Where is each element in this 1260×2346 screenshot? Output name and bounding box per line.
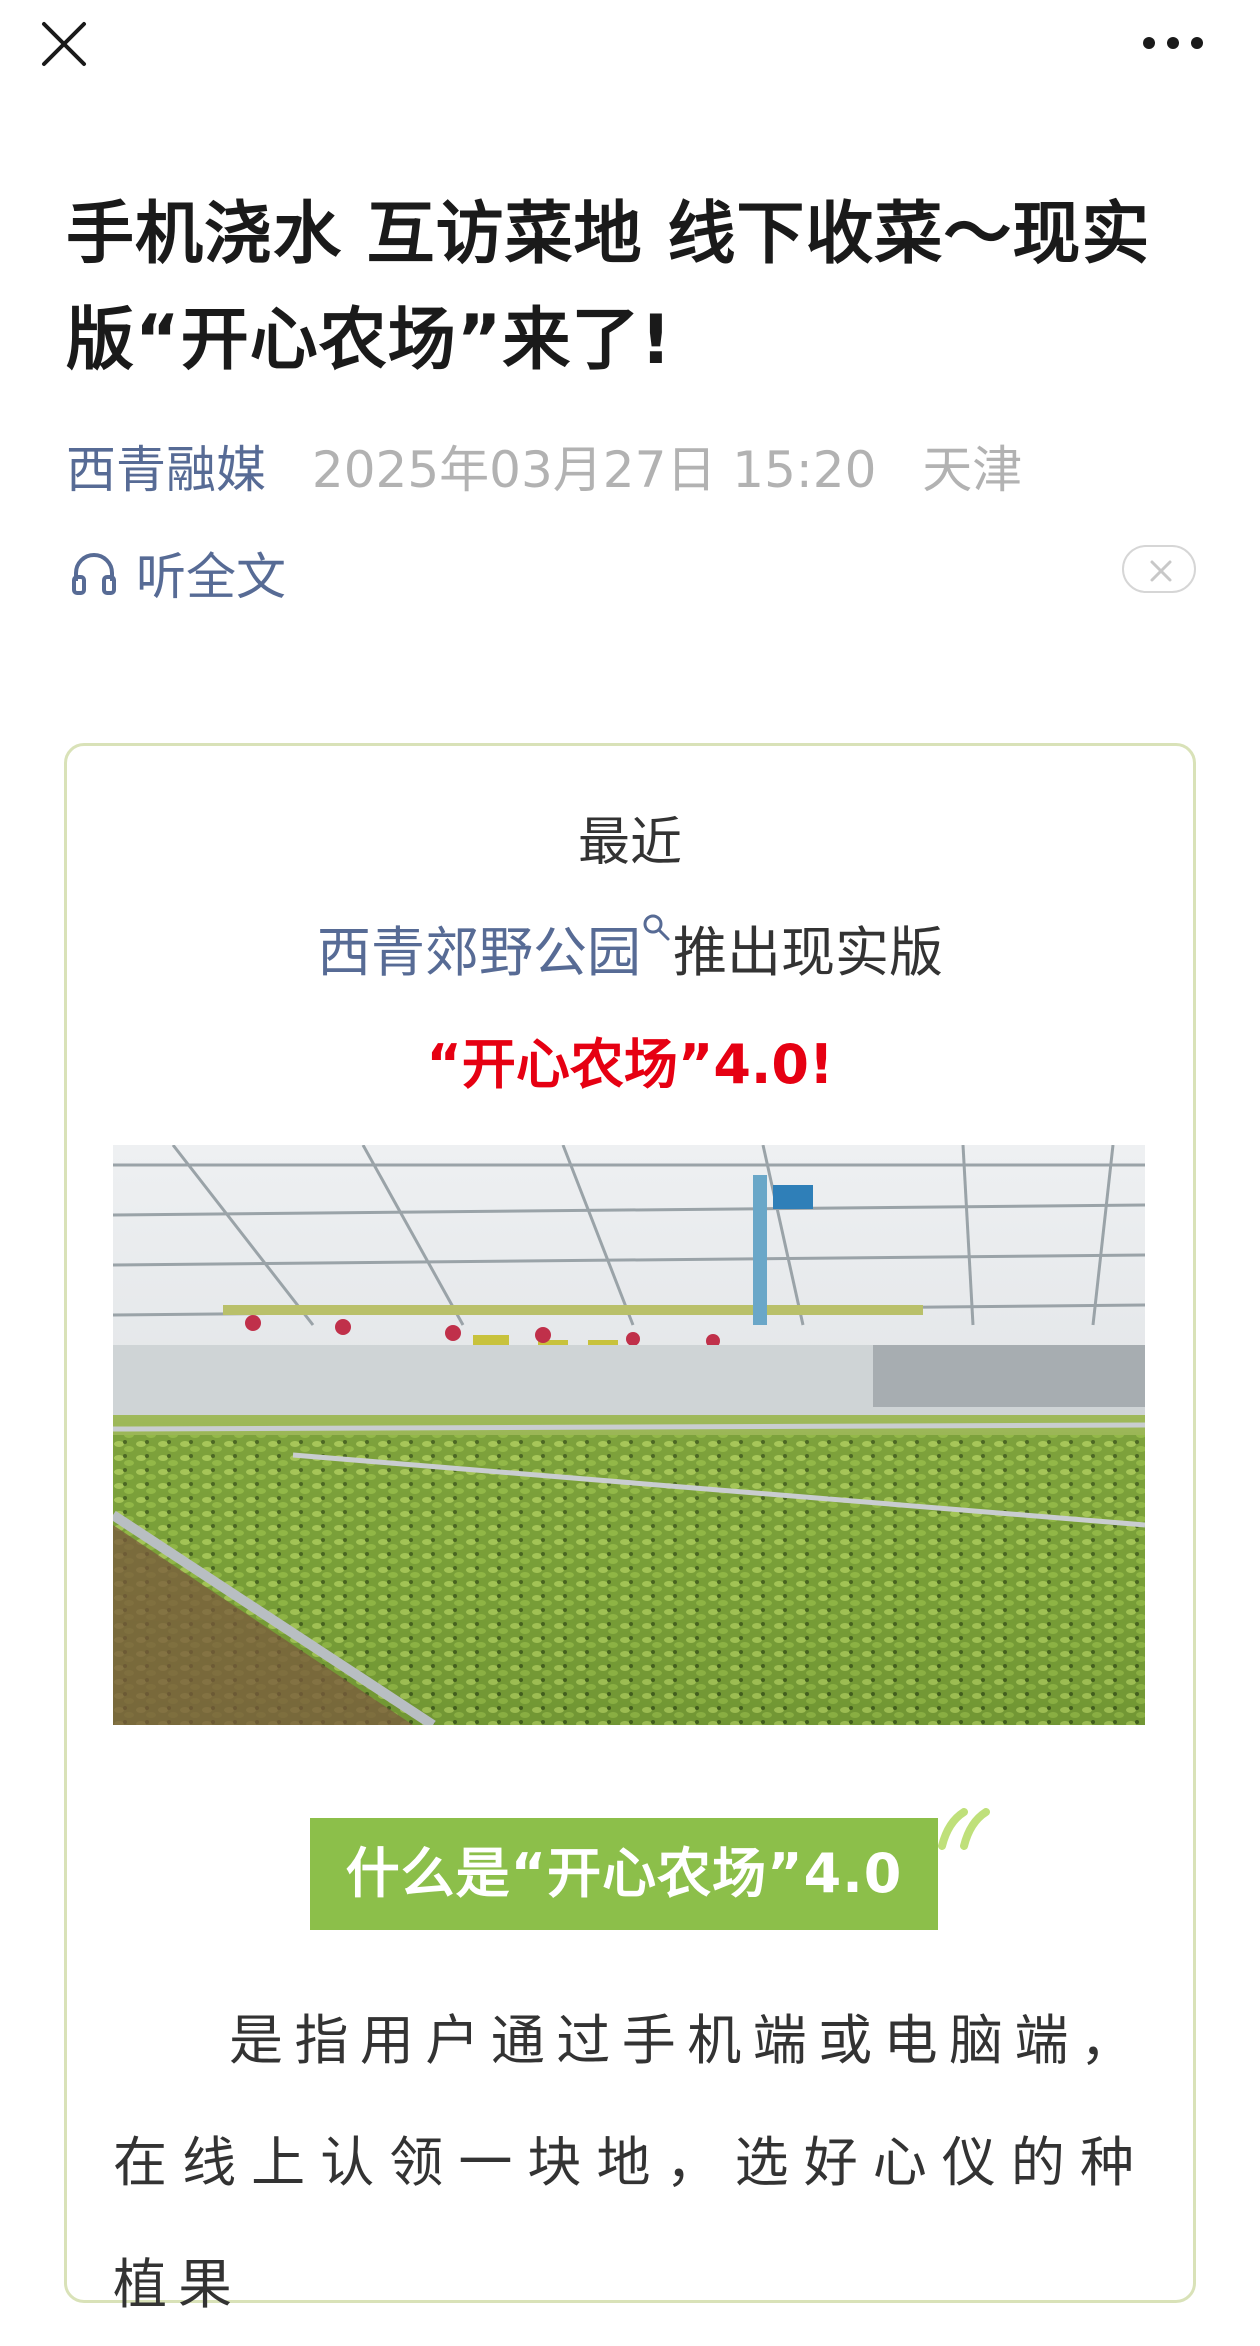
section-heading: 什么是“开心农场”4.0 — [310, 1818, 938, 1930]
close-icon[interactable] — [38, 18, 90, 70]
park-search-link[interactable]: 西青郊野公园 — [317, 921, 641, 984]
article-title: 手机浇水 互访菜地 线下收菜～现实版“开心农场”来了! — [66, 195, 1151, 380]
listen-label: 听全文 — [136, 548, 286, 606]
quote-decoration-icon — [938, 1808, 990, 1850]
listen-full-text-button[interactable]: 听全文 — [68, 540, 286, 606]
article-paragraph: 是指用户通过手机端或电脑端，在线上认领一块地，选好心仪的种植果 — [113, 2009, 1145, 2316]
greenhouse-seedlings-photo — [113, 1145, 1145, 1725]
headphones-icon — [72, 553, 116, 595]
dismiss-listen-button[interactable] — [1122, 545, 1196, 593]
author-link[interactable]: 西青融媒 — [66, 441, 266, 499]
top-bar — [0, 0, 1260, 90]
search-icon[interactable] — [641, 912, 671, 942]
intro-line-1: 最近 — [577, 813, 682, 873]
dismiss-icon — [1150, 560, 1172, 582]
publish-datetime: 2025年03月27日 15:20 — [311, 441, 877, 499]
intro-line-2: 西青郊野公园 推出现实版 — [0, 914, 1260, 988]
article-meta: 西青融媒 2025年03月27日 15:20 天津 — [66, 440, 1022, 500]
publish-location: 天津 — [922, 441, 1023, 499]
more-icon[interactable] — [1140, 26, 1206, 60]
intro-line-2-text: 推出现实版 — [673, 921, 943, 984]
highlight-text: “开心农场”4.0! — [426, 1033, 834, 1096]
